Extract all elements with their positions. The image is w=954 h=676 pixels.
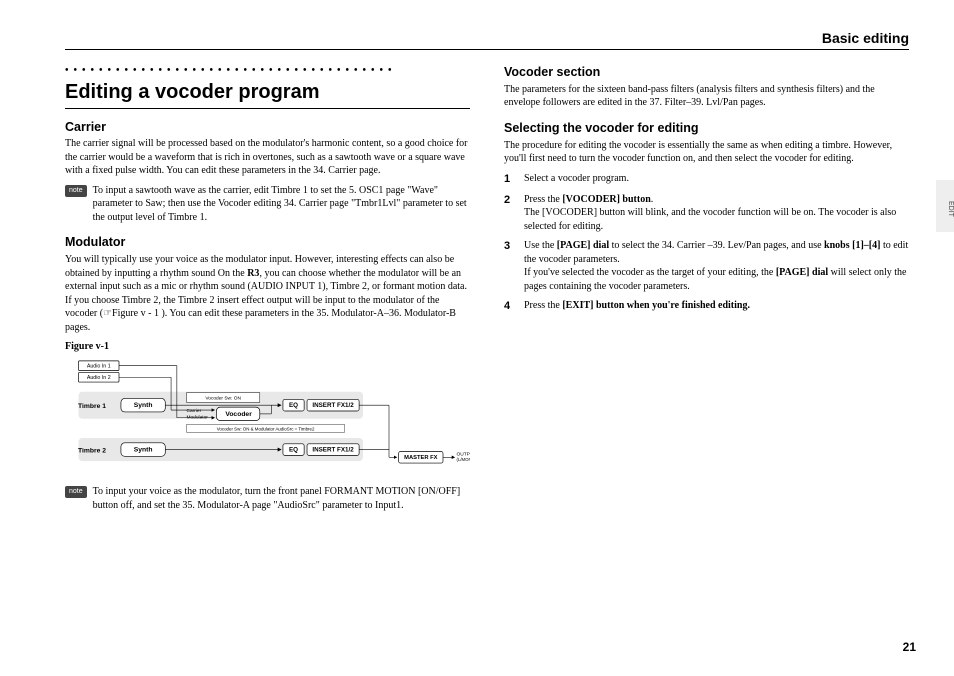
step-number: 4 [504,299,516,314]
step-number: 2 [504,193,516,234]
svg-text:EQ: EQ [289,446,298,453]
vocoder-section-paragraph: The parameters for the sixteen band-pass… [504,83,909,110]
step-number: 3 [504,239,516,293]
heading-vocoder-section: Vocoder section [504,64,909,81]
left-column: ••••••••••••••••••••••••••••••••••••••• … [65,64,470,518]
step-text: Press the [EXIT] button when you're fini… [524,299,750,314]
carrier-note: note To input a sawtooth wave as the car… [65,184,470,225]
select-vocoder-paragraph: The procedure for editing the vocoder is… [504,139,909,166]
step-text: Use the [PAGE] dial to select the 34. Ca… [524,239,909,293]
modulator-note-text: To input your voice as the modulator, tu… [93,485,470,512]
modulator-note: note To input your voice as the modulato… [65,485,470,512]
carrier-paragraph: The carrier signal will be processed bas… [65,137,470,178]
carrier-note-text: To input a sawtooth wave as the carrier,… [93,184,470,225]
list-item: 3 Use the [PAGE] dial to select the 34. … [504,239,909,293]
header-title: Basic editing [65,30,909,50]
svg-text:Timbre 2: Timbre 2 [78,447,106,454]
heading-carrier: Carrier [65,119,470,136]
right-column: Vocoder section The parameters for the s… [504,64,909,518]
heading-modulator: Modulator [65,234,470,251]
step-text: Press the [VOCODER] button. The [VOCODER… [524,193,909,234]
list-item: 2 Press the [VOCODER] button. The [VOCOD… [504,193,909,234]
step-text: Select a vocoder program. [524,172,629,187]
section-title: Editing a vocoder program [65,79,470,109]
side-tab-edit: EDIT [936,180,954,232]
svg-text:Vocoder Sw: ON & Modulator Aud: Vocoder Sw: ON & Modulator AudioSrc = Ti… [217,426,315,431]
svg-text:INSERT FX1/2: INSERT FX1/2 [312,446,354,453]
svg-text:Vocoder Sw: ON: Vocoder Sw: ON [205,395,241,401]
svg-text:Timbre 1: Timbre 1 [78,403,106,410]
steps-list: 1 Select a vocoder program. 2 Press the … [504,172,909,314]
svg-text:INSERT FX1/2: INSERT FX1/2 [312,402,354,409]
note-icon: note [65,185,87,197]
svg-text:Carrier: Carrier [187,408,202,414]
figure-title: Figure v-1 [65,340,470,354]
svg-text:Audio In 1: Audio In 1 [87,363,111,369]
modulator-paragraph: You will typically use your voice as the… [65,253,470,334]
svg-text:(L/MONO, R): (L/MONO, R) [457,457,471,462]
note-icon: note [65,486,87,498]
heading-select-vocoder: Selecting the vocoder for editing [504,120,909,137]
dotted-rule: ••••••••••••••••••••••••••••••••••••••• [65,64,470,78]
svg-text:Vocoder: Vocoder [225,411,252,418]
figure-v1: Audio In 1 Audio In 2 Timbre 1 Synth EQ … [65,357,470,477]
svg-text:MASTER FX: MASTER FX [404,455,437,461]
list-item: 1 Select a vocoder program. [504,172,909,187]
page-number: 21 [903,640,916,654]
list-item: 4 Press the [EXIT] button when you're fi… [504,299,909,314]
step-number: 1 [504,172,516,187]
svg-text:Synth: Synth [134,402,153,409]
svg-text:Audio In 2: Audio In 2 [87,375,111,381]
svg-text:EQ: EQ [289,402,298,409]
svg-text:Synth: Synth [134,446,153,453]
